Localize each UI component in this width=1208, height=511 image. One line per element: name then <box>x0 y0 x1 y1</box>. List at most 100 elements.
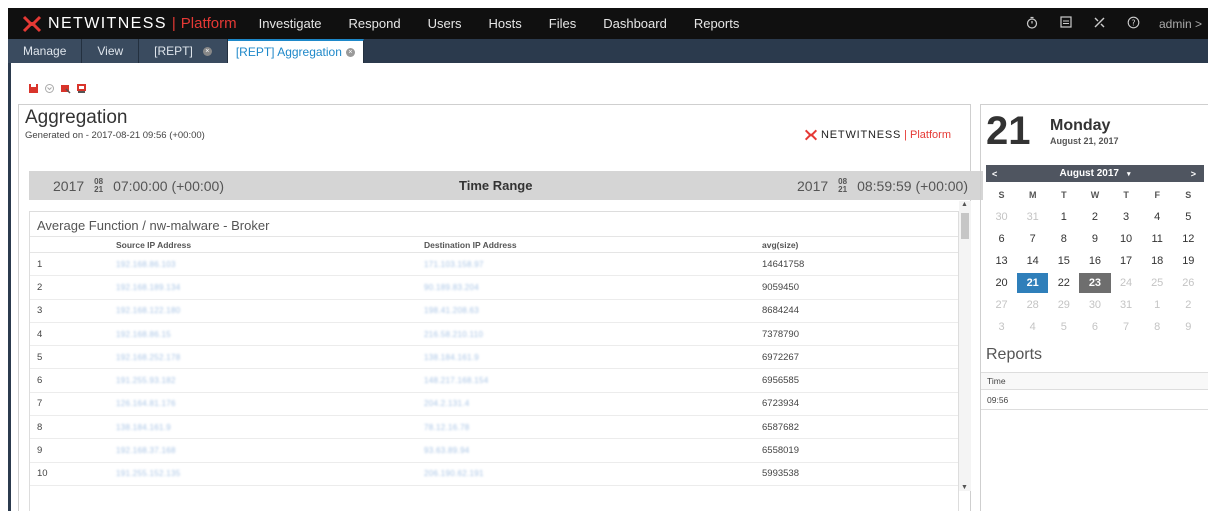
calendar-day[interactable]: 26 <box>1173 277 1204 289</box>
calendar-day[interactable]: 11 <box>1142 233 1173 245</box>
calendar-day[interactable]: 9 <box>1079 233 1110 245</box>
table-row[interactable]: 8 138.184.161.9 78.12.16.78 6587682 <box>30 416 958 440</box>
table-row[interactable]: 9 192.168.37.168 93.63.89.94 6558019 <box>30 439 958 463</box>
timer-icon[interactable] <box>1015 16 1049 32</box>
destination-ip-cell[interactable]: 78.12.16.78 <box>424 422 762 433</box>
table-row[interactable]: 2 192.168.189.134 90.189.83.204 9059450 <box>30 276 958 300</box>
calendar-day[interactable]: 1 <box>1142 299 1173 311</box>
calendar-day[interactable]: 9 <box>1173 321 1204 333</box>
redacted-ip[interactable]: 192.168.86.15 <box>116 330 171 339</box>
calendar-day[interactable]: 7 <box>1111 321 1142 333</box>
dropdown-circle-icon[interactable] <box>44 83 55 94</box>
table-row[interactable]: 3 192.168.122.180 198.41.208.63 8684244 <box>30 300 958 323</box>
calendar-day[interactable]: 6 <box>986 233 1017 245</box>
source-ip-cell[interactable]: 192.168.252.178 <box>116 352 424 363</box>
source-ip-cell[interactable]: 138.184.161.9 <box>116 422 424 433</box>
column-header-avg-size[interactable]: avg(size) <box>762 240 958 250</box>
user-menu[interactable]: admin > <box>1159 17 1202 31</box>
column-header-source-ip-address[interactable]: Source IP Address <box>116 240 424 250</box>
close-icon[interactable]: × <box>345 47 355 57</box>
calendar-day[interactable]: 30 <box>1079 299 1110 311</box>
table-row[interactable]: 6 191.255.93.182 148.217.168.154 6956585 <box>30 369 958 393</box>
destination-ip-cell[interactable]: 93.63.89.94 <box>424 445 762 456</box>
source-ip-cell[interactable]: 192.168.86.103 <box>116 259 424 270</box>
table-scrollbar[interactable]: ▲ ▼ <box>959 201 971 491</box>
calendar-day[interactable]: 28 <box>1017 299 1048 311</box>
table-row[interactable]: 5 192.168.252.178 138.184.161.9 6972267 <box>30 346 958 370</box>
table-row[interactable]: 7 126.164.81.176 204.2.131.4 6723934 <box>30 393 958 417</box>
calendar-day[interactable]: 3 <box>1111 211 1142 223</box>
calendar-month-label[interactable]: August 2017 <box>1060 168 1119 179</box>
export-icon[interactable] <box>60 83 71 94</box>
calendar-day[interactable]: 2 <box>1079 211 1110 223</box>
destination-ip-cell[interactable]: 206.190.62.191 <box>424 468 762 479</box>
brand-logo[interactable]: NETWITNESS | Platform <box>22 8 237 39</box>
redacted-ip[interactable]: 198.41.208.63 <box>424 306 479 315</box>
calendar-day[interactable]: 4 <box>1142 211 1173 223</box>
calendar-day[interactable]: 2 <box>1173 299 1204 311</box>
calendar-day[interactable]: 6 <box>1079 321 1110 333</box>
calendar-day[interactable]: 8 <box>1142 321 1173 333</box>
close-icon[interactable]: × <box>202 46 212 56</box>
destination-ip-cell[interactable]: 171.103.158.97 <box>424 259 762 270</box>
tab-manage[interactable]: Manage <box>8 39 83 63</box>
print-icon[interactable] <box>76 83 87 94</box>
source-ip-cell[interactable]: 192.168.37.168 <box>116 445 424 456</box>
redacted-ip[interactable]: 78.12.16.78 <box>424 423 470 432</box>
table-row[interactable]: 1 192.168.86.103 171.103.158.97 14641758 <box>30 253 958 277</box>
redacted-ip[interactable]: 216.58.210.110 <box>424 330 483 339</box>
redacted-ip[interactable]: 206.190.62.191 <box>424 469 484 478</box>
calendar-day[interactable]: 31 <box>1111 299 1142 311</box>
calendar-day[interactable]: 21 <box>1017 273 1049 293</box>
calendar-day[interactable]: 16 <box>1079 255 1110 267</box>
scroll-down-icon[interactable]: ▼ <box>961 484 968 491</box>
calendar-day[interactable]: 14 <box>1017 255 1048 267</box>
redacted-ip[interactable]: 148.217.168.154 <box>424 376 489 385</box>
redacted-ip[interactable]: 192.168.189.134 <box>116 283 181 292</box>
nav-users[interactable]: Users <box>428 16 462 31</box>
nav-investigate[interactable]: Investigate <box>259 16 322 31</box>
nav-respond[interactable]: Respond <box>349 16 401 31</box>
redacted-ip[interactable]: 192.168.86.103 <box>116 260 176 269</box>
tools-icon[interactable] <box>1083 16 1117 32</box>
calendar-day[interactable]: 5 <box>1173 211 1204 223</box>
calendar-day[interactable]: 13 <box>986 255 1017 267</box>
redacted-ip[interactable]: 192.168.37.168 <box>116 446 176 455</box>
calendar-day[interactable]: 10 <box>1111 233 1142 245</box>
redacted-ip[interactable]: 126.164.81.176 <box>116 399 176 408</box>
save-icon[interactable] <box>28 83 39 94</box>
calendar-day[interactable]: 25 <box>1142 277 1173 289</box>
redacted-ip[interactable]: 192.168.122.180 <box>116 306 181 315</box>
source-ip-cell[interactable]: 192.168.189.134 <box>116 282 424 293</box>
calendar-day[interactable]: 24 <box>1111 277 1142 289</box>
calendar-day[interactable]: 8 <box>1048 233 1079 245</box>
redacted-ip[interactable]: 90.189.83.204 <box>424 283 479 292</box>
nav-hosts[interactable]: Hosts <box>489 16 522 31</box>
calendar-day[interactable]: 7 <box>1017 233 1048 245</box>
source-ip-cell[interactable]: 126.164.81.176 <box>116 398 424 409</box>
column-header-destination-ip-address[interactable]: Destination IP Address <box>424 240 762 250</box>
scroll-thumb[interactable] <box>961 213 969 239</box>
inbox-icon[interactable] <box>1049 16 1083 31</box>
tab-view[interactable]: View <box>82 39 140 63</box>
scroll-up-icon[interactable]: ▲ <box>961 201 968 208</box>
calendar-day[interactable]: 12 <box>1173 233 1204 245</box>
calendar-day[interactable]: 19 <box>1173 255 1204 267</box>
source-ip-cell[interactable]: 192.168.86.15 <box>116 329 424 340</box>
tab-rept[interactable]: [REPT] × <box>139 39 228 63</box>
table-row[interactable]: 4 192.168.86.15 216.58.210.110 7378790 <box>30 323 958 347</box>
calendar-day[interactable]: 31 <box>1017 211 1048 223</box>
calendar-day[interactable]: 22 <box>1048 277 1079 289</box>
calendar-day[interactable]: 27 <box>986 299 1017 311</box>
destination-ip-cell[interactable]: 148.217.168.154 <box>424 375 762 386</box>
nav-files[interactable]: Files <box>549 16 576 31</box>
destination-ip-cell[interactable]: 138.184.161.9 <box>424 352 762 363</box>
nav-reports[interactable]: Reports <box>694 16 740 31</box>
calendar-day[interactable]: 15 <box>1048 255 1079 267</box>
calendar-day[interactable]: 23 <box>1079 273 1111 293</box>
redacted-ip[interactable]: 93.63.89.94 <box>424 446 470 455</box>
tab-rept-aggregation[interactable]: [REPT] Aggregation × <box>227 39 364 63</box>
calendar-day[interactable]: 5 <box>1048 321 1079 333</box>
next-month-icon[interactable]: > <box>1191 169 1196 179</box>
calendar-day[interactable]: 30 <box>986 211 1017 223</box>
